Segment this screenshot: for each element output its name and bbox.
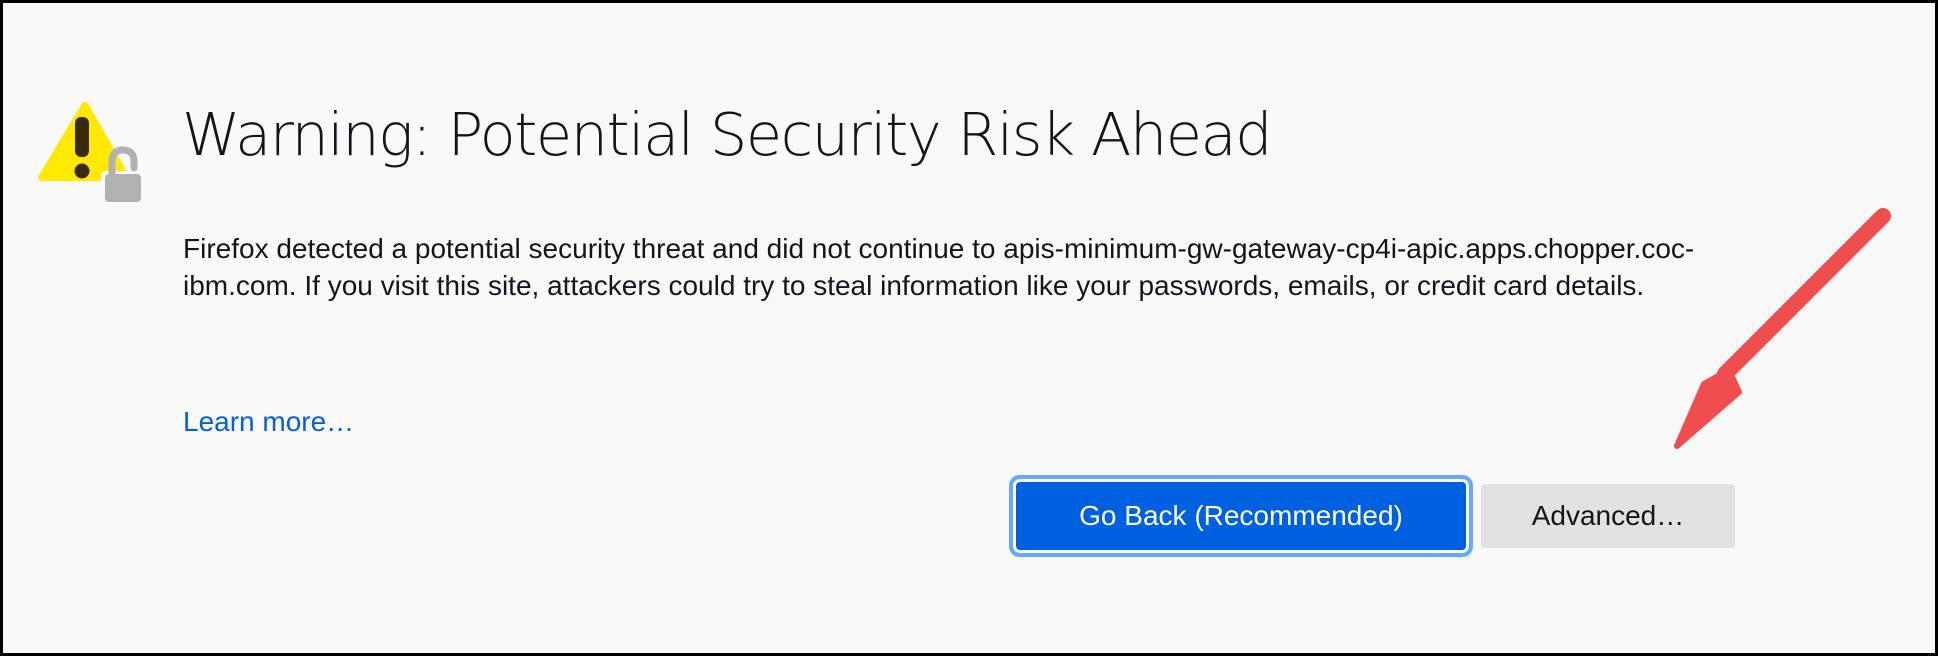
advanced-button[interactable]: Advanced… [1481, 484, 1735, 548]
annotation-arrow-icon [1674, 208, 1891, 449]
error-page: Warning: Potential Security Risk Ahead F… [0, 0, 1938, 656]
warning-lock-icon [38, 102, 141, 203]
error-description: Firefox detected a potential security th… [183, 233, 1695, 301]
learn-more-link[interactable]: Learn more… [183, 403, 354, 440]
page-title: Warning: Potential Security Risk Ahead [182, 100, 1273, 169]
go-back-button[interactable]: Go Back (Recommended) [1016, 482, 1466, 550]
